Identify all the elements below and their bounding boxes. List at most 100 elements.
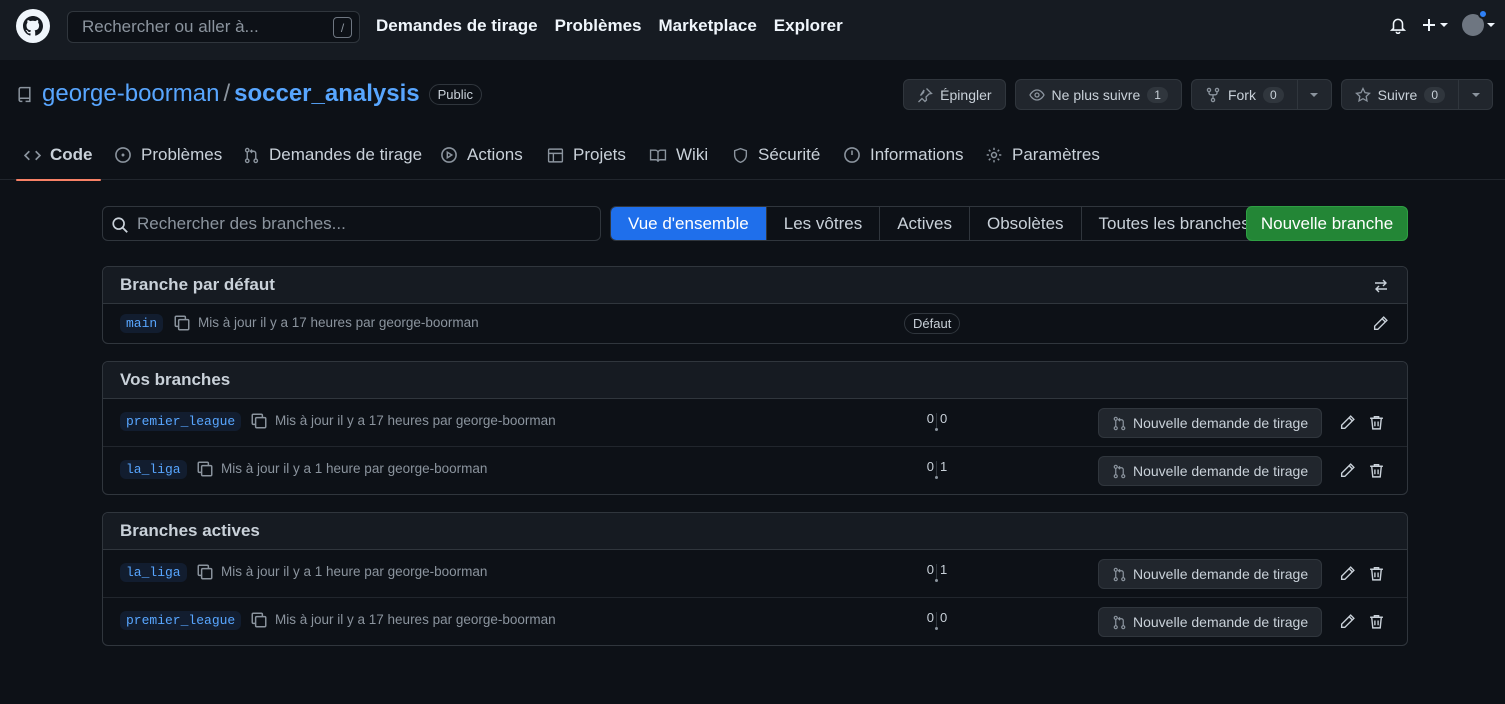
new-pull-request-button[interactable]: Nouvelle demande de tirage bbox=[1098, 607, 1322, 637]
tab-settings-label: Paramètres bbox=[1012, 145, 1100, 164]
watch-button[interactable]: Ne plus suivre 1 bbox=[1014, 79, 1182, 110]
filter-all[interactable]: Toutes les branches bbox=[1080, 207, 1267, 240]
copy-icon[interactable] bbox=[173, 314, 191, 332]
nav-issues[interactable]: Problèmes bbox=[555, 16, 642, 36]
arrow-switch-icon[interactable] bbox=[1373, 278, 1389, 294]
fork-button-label: Fork bbox=[1227, 86, 1256, 103]
branch-name-link[interactable]: premier_league bbox=[120, 611, 242, 630]
issue-icon bbox=[115, 147, 131, 163]
tab-code-label: Code bbox=[50, 145, 93, 164]
copy-icon[interactable] bbox=[250, 412, 268, 430]
pin-button[interactable]: Épingler bbox=[903, 79, 1006, 110]
copy-icon[interactable] bbox=[250, 611, 268, 629]
tab-security[interactable]: Sécurité bbox=[732, 130, 820, 180]
nav-marketplace[interactable]: Marketplace bbox=[659, 16, 757, 36]
ahead-count: 0 bbox=[940, 411, 948, 426]
pin-icon bbox=[918, 87, 933, 102]
user-menu[interactable] bbox=[1462, 9, 1495, 36]
new-branch-button[interactable]: Nouvelle branche bbox=[1246, 206, 1408, 241]
global-search-input[interactable] bbox=[68, 12, 359, 42]
tab-projects[interactable]: Projets bbox=[547, 130, 626, 180]
github-logo-icon[interactable] bbox=[16, 9, 50, 43]
branch-name-link[interactable]: main bbox=[120, 314, 164, 333]
repo-icon bbox=[16, 86, 33, 103]
search-shortcut-key: / bbox=[333, 17, 352, 38]
filter-stale[interactable]: Obsolètes bbox=[969, 207, 1081, 240]
fork-button[interactable]: Fork 0 bbox=[1192, 80, 1297, 109]
tab-insights-label: Informations bbox=[870, 145, 964, 164]
notification-dot-icon bbox=[1478, 9, 1488, 19]
eye-icon bbox=[1028, 88, 1045, 101]
plus-menu-icon[interactable] bbox=[1421, 17, 1448, 33]
pull-request-icon bbox=[1113, 464, 1126, 478]
trash-icon[interactable] bbox=[1368, 462, 1385, 479]
tab-wiki-label: Wiki bbox=[676, 145, 709, 164]
branch-search-box[interactable] bbox=[102, 206, 601, 241]
pencil-icon[interactable] bbox=[1339, 613, 1356, 630]
divider-dot bbox=[935, 579, 938, 582]
trash-icon[interactable] bbox=[1368, 414, 1385, 431]
default-branch-header: Branche par défaut bbox=[103, 267, 1407, 304]
section-title: Vos branches bbox=[120, 370, 231, 389]
branch-name-link[interactable]: premier_league bbox=[120, 412, 242, 431]
default-branch-box: Branche par défaut main Mis à jour il y … bbox=[102, 266, 1408, 344]
your-branches-box: Vos branches premier_league Mis à jour i… bbox=[102, 361, 1408, 495]
branch-name-link[interactable]: la_liga bbox=[120, 563, 187, 582]
default-label: Défaut bbox=[904, 313, 961, 334]
filter-overview[interactable]: Vue d'ensemble bbox=[611, 207, 766, 240]
pencil-icon[interactable] bbox=[1339, 414, 1356, 431]
table-icon bbox=[547, 147, 564, 163]
branch-name-link[interactable]: la_liga bbox=[120, 460, 187, 479]
star-button[interactable]: Suivre 0 bbox=[1342, 80, 1458, 109]
global-search-box[interactable]: / bbox=[67, 11, 360, 43]
star-button-label: Suivre bbox=[1377, 86, 1418, 103]
trash-icon[interactable] bbox=[1368, 565, 1385, 582]
nav-pull-requests[interactable]: Demandes de tirage bbox=[376, 16, 538, 36]
bell-icon[interactable] bbox=[1389, 16, 1407, 34]
star-count: 0 bbox=[1424, 86, 1445, 103]
branch-row: main Mis à jour il y a 17 heures par geo… bbox=[103, 304, 1407, 343]
repo-actions: Épingler Ne plus suivre 1 Fork 0 Suivre … bbox=[903, 79, 1493, 110]
tab-issues[interactable]: Problèmes bbox=[114, 130, 222, 180]
repo-name-link[interactable]: soccer_analysis bbox=[234, 80, 419, 108]
divider bbox=[936, 564, 937, 580]
star-dropdown-caret-icon[interactable] bbox=[1458, 80, 1492, 109]
active-branches-header: Branches actives bbox=[103, 513, 1407, 550]
filter-active[interactable]: Actives bbox=[879, 207, 969, 240]
pencil-icon[interactable] bbox=[1339, 462, 1356, 479]
branch-search-input[interactable] bbox=[103, 207, 600, 240]
tab-wiki[interactable]: Wiki bbox=[649, 130, 708, 180]
repo-owner-link[interactable]: george-boorman bbox=[42, 80, 219, 108]
divider bbox=[936, 612, 937, 628]
trash-icon[interactable] bbox=[1368, 613, 1385, 630]
nav-explore[interactable]: Explorer bbox=[774, 16, 843, 36]
pull-request-icon bbox=[244, 147, 259, 163]
tab-pull-requests[interactable]: Demandes de tirage bbox=[243, 130, 422, 180]
new-pull-request-button[interactable]: Nouvelle demande de tirage bbox=[1098, 456, 1322, 486]
pull-request-icon bbox=[1113, 615, 1126, 629]
tab-settings[interactable]: Paramètres bbox=[985, 130, 1100, 180]
avatar[interactable] bbox=[1462, 9, 1488, 36]
repo-path-separator: / bbox=[223, 80, 231, 107]
pencil-icon[interactable] bbox=[1339, 565, 1356, 582]
header-right-controls bbox=[1389, 9, 1495, 36]
tab-pull-requests-label: Demandes de tirage bbox=[269, 145, 423, 164]
new-pull-request-button[interactable]: Nouvelle demande de tirage bbox=[1098, 408, 1322, 438]
pull-request-icon bbox=[1113, 567, 1126, 581]
new-pull-request-button[interactable]: Nouvelle demande de tirage bbox=[1098, 559, 1322, 589]
copy-icon[interactable] bbox=[196, 563, 214, 581]
ahead-behind-indicator: 0 1 bbox=[922, 459, 952, 483]
pencil-icon[interactable] bbox=[1372, 315, 1389, 332]
branch-updated-text: Mis à jour il y a 17 heures par george-b… bbox=[275, 612, 556, 627]
tab-code[interactable]: Code bbox=[16, 130, 100, 181]
copy-icon[interactable] bbox=[196, 460, 214, 478]
global-nav: Demandes de tirage Problèmes Marketplace… bbox=[376, 16, 843, 36]
behind-count: 0 bbox=[926, 411, 934, 426]
your-branches-header: Vos branches bbox=[103, 362, 1407, 399]
tab-actions[interactable]: Actions bbox=[440, 130, 523, 180]
divider-dot bbox=[935, 428, 938, 431]
new-pull-request-label: Nouvelle demande de tirage bbox=[1133, 463, 1309, 479]
tab-insights[interactable]: Informations bbox=[843, 130, 964, 180]
fork-dropdown-caret-icon[interactable] bbox=[1296, 80, 1331, 109]
filter-yours[interactable]: Les vôtres bbox=[765, 207, 879, 240]
